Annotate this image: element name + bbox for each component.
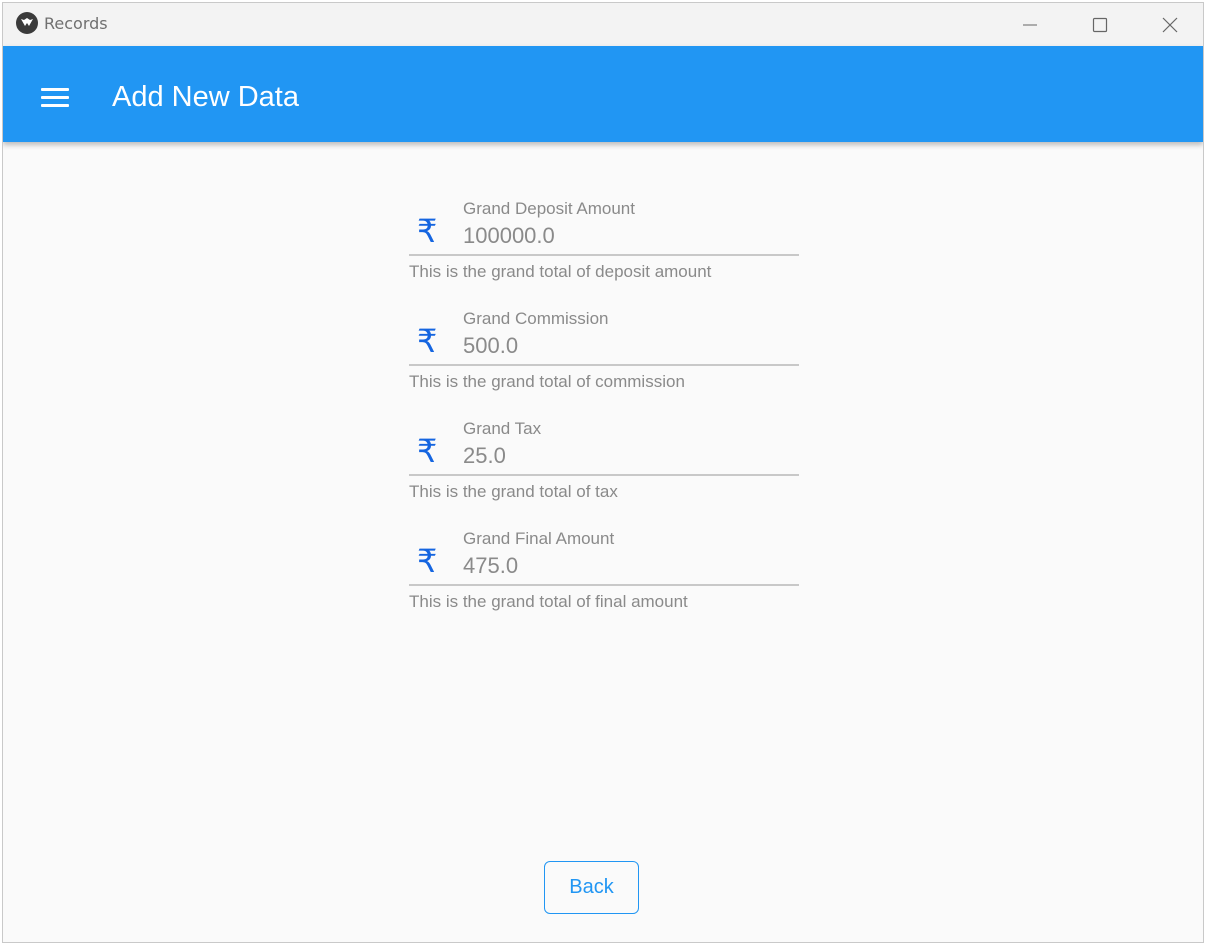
field-value[interactable]: 25.0 xyxy=(463,443,506,469)
field-underline xyxy=(409,364,799,366)
app-logo-icon xyxy=(16,12,38,34)
top-app-bar: Add New Data xyxy=(3,46,1203,142)
window-title: Records xyxy=(44,14,108,33)
back-button[interactable]: Back xyxy=(544,861,639,914)
minimize-icon xyxy=(1023,24,1037,26)
field-helper-text: This is the grand total of tax xyxy=(409,482,618,501)
maximize-button[interactable] xyxy=(1065,3,1135,46)
title-bar[interactable]: Records xyxy=(3,3,1203,46)
field-label: Grand Final Amount xyxy=(463,529,615,548)
field-value[interactable]: 500.0 xyxy=(463,333,518,359)
field-underline xyxy=(409,254,799,256)
rupee-icon: ₹ xyxy=(417,542,438,580)
minimize-button[interactable] xyxy=(995,3,1065,46)
app-window: Records Add New Data ₹ Grand Deposit Amo… xyxy=(2,2,1204,943)
rupee-icon: ₹ xyxy=(417,212,438,250)
field-helper-text: This is the grand total of deposit amoun… xyxy=(409,262,712,281)
close-icon xyxy=(1162,17,1178,33)
maximize-icon xyxy=(1092,17,1108,33)
field-underline xyxy=(409,474,799,476)
rupee-icon: ₹ xyxy=(417,432,438,470)
close-button[interactable] xyxy=(1135,3,1203,46)
field-underline xyxy=(409,584,799,586)
field-helper-text: This is the grand total of commission xyxy=(409,372,685,391)
field-label: Grand Deposit Amount xyxy=(463,199,635,218)
rupee-icon: ₹ xyxy=(417,322,438,360)
page-title: Add New Data xyxy=(112,81,299,113)
field-label: Grand Commission xyxy=(463,309,609,328)
field-label: Grand Tax xyxy=(463,419,542,438)
field-helper-text: This is the grand total of final amount xyxy=(409,592,688,611)
hamburger-menu-icon[interactable] xyxy=(41,88,71,110)
field-value[interactable]: 100000.0 xyxy=(463,223,555,249)
field-value[interactable]: 475.0 xyxy=(463,553,518,579)
